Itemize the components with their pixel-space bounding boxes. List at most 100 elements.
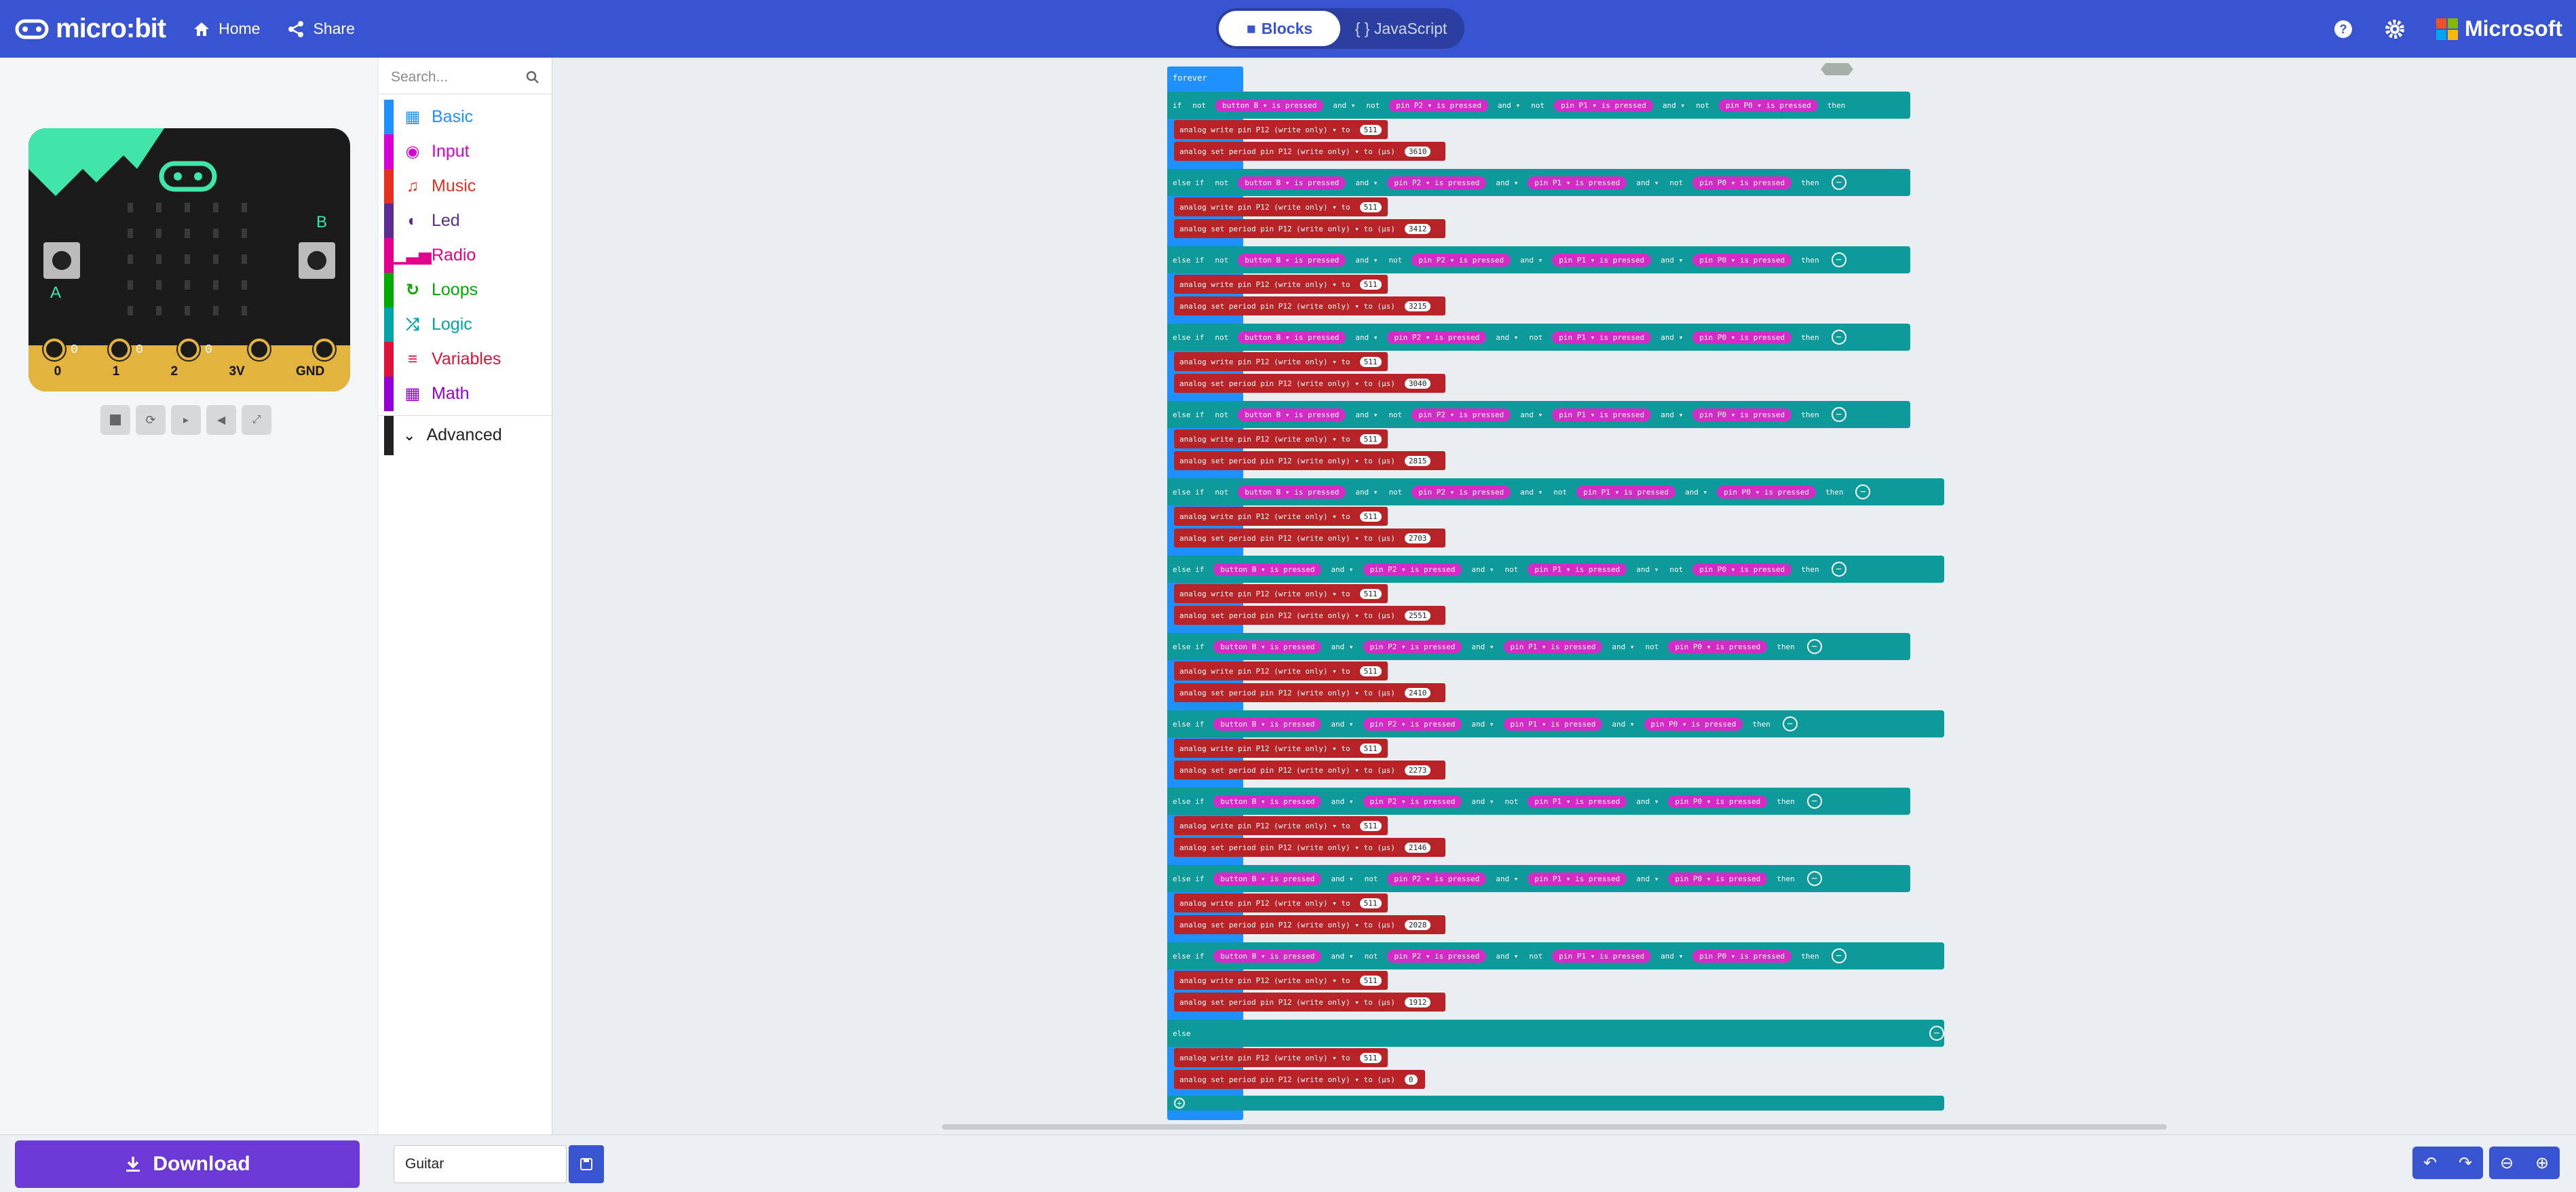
and-operator[interactable]: and ▾ — [1661, 410, 1683, 419]
project-name-input[interactable]: Guitar — [394, 1145, 567, 1183]
and-operator[interactable]: and ▾ — [1661, 333, 1683, 342]
and-operator[interactable]: and ▾ — [1471, 720, 1494, 729]
p2-condition[interactable]: pin P2 ▾ is pressed — [1363, 717, 1462, 731]
and-operator[interactable]: and ▾ — [1331, 720, 1353, 729]
analog-write-block[interactable]: analog write pin P12 (write only) ▾ to 51… — [1174, 352, 1388, 371]
analog-period-block[interactable]: analog set period pin P12 (write only) ▾… — [1174, 993, 1445, 1012]
analog-period-block[interactable]: analog set period pin P12 (write only) ▾… — [1174, 1070, 1425, 1089]
stop-icon[interactable] — [100, 405, 130, 435]
p0-condition[interactable]: pin P0 ▾ is pressed — [1692, 253, 1792, 267]
and-operator[interactable]: and ▾ — [1685, 488, 1707, 497]
p0-condition[interactable]: pin P0 ▾ is pressed — [1718, 98, 1818, 112]
p2-condition[interactable]: pin P2 ▾ is pressed — [1387, 949, 1487, 963]
if-row[interactable]: if not button B ▾ is pressed and ▾ not pin… — [1167, 92, 1910, 119]
else-if-row[interactable]: else if button B ▾ is pressed and ▾ pin … — [1167, 710, 1944, 737]
else-if-row[interactable]: else if button B ▾ is pressed and ▾ pin … — [1167, 633, 1910, 660]
analog-write-block[interactable]: analog write pin P12 (write only) ▾ to 51… — [1174, 1048, 1388, 1067]
remove-else-icon[interactable]: − — [1929, 1026, 1944, 1041]
period-value[interactable]: 2146 — [1404, 842, 1431, 853]
period-value[interactable]: 3610 — [1404, 146, 1431, 157]
and-operator[interactable]: and ▾ — [1496, 952, 1518, 961]
button-condition[interactable]: button B ▾ is pressed — [1213, 717, 1322, 731]
button-condition[interactable]: button B ▾ is pressed — [1213, 640, 1322, 653]
and-operator[interactable]: and ▾ — [1355, 488, 1378, 497]
p1-condition[interactable]: pin P1 ▾ is pressed — [1576, 485, 1675, 499]
and-operator[interactable]: and ▾ — [1471, 642, 1494, 651]
zoom-in-icon[interactable]: ⊕ — [2524, 1147, 2560, 1179]
p2-condition[interactable]: pin P2 ▾ is pressed — [1412, 253, 1511, 267]
p2-condition[interactable]: pin P2 ▾ is pressed — [1363, 640, 1462, 653]
remove-branch-icon[interactable]: − — [1831, 948, 1846, 963]
remove-branch-icon[interactable]: − — [1806, 639, 1822, 654]
write-value[interactable]: 511 — [1359, 898, 1382, 908]
and-operator[interactable]: and ▾ — [1471, 797, 1494, 806]
and-operator[interactable]: and ▾ — [1496, 874, 1518, 883]
microsoft-logo[interactable]: Microsoft — [2436, 16, 2562, 41]
blocks-tab[interactable]: ■ Blocks — [1219, 11, 1340, 46]
and-operator[interactable]: and ▾ — [1636, 874, 1659, 883]
restart-icon[interactable]: ⟳ — [136, 405, 166, 435]
and-operator[interactable]: and ▾ — [1612, 642, 1634, 651]
write-value[interactable]: 511 — [1359, 356, 1382, 367]
p0-condition[interactable]: pin P0 ▾ is pressed — [1692, 562, 1792, 576]
period-value[interactable]: 2703 — [1404, 533, 1431, 543]
analog-period-block[interactable]: analog set period pin P12 (write only) ▾… — [1174, 528, 1445, 547]
and-operator[interactable]: and ▾ — [1636, 797, 1659, 806]
analog-period-block[interactable]: analog set period pin P12 (write only) ▾… — [1174, 142, 1445, 161]
horizontal-scrollbar[interactable] — [942, 1124, 2167, 1130]
p2-condition[interactable]: pin P2 ▾ is pressed — [1363, 794, 1462, 808]
analog-write-block[interactable]: analog write pin P12 (write only) ▾ to 51… — [1174, 893, 1388, 912]
p1-condition[interactable]: pin P1 ▾ is pressed — [1552, 253, 1652, 267]
save-icon[interactable] — [569, 1145, 604, 1183]
period-value[interactable]: 2028 — [1404, 919, 1431, 930]
p2-condition[interactable]: pin P2 ▾ is pressed — [1412, 408, 1511, 421]
write-value[interactable]: 511 — [1359, 588, 1382, 599]
button-condition[interactable]: button B ▾ is pressed — [1213, 794, 1322, 808]
p0-condition[interactable]: pin P0 ▾ is pressed — [1668, 794, 1768, 808]
and-operator[interactable]: and ▾ — [1636, 178, 1659, 187]
and-operator[interactable]: and ▾ — [1612, 720, 1634, 729]
p0-condition[interactable]: pin P0 ▾ is pressed — [1644, 717, 1743, 731]
p1-condition[interactable]: pin P1 ▾ is pressed — [1528, 562, 1627, 576]
search-input[interactable]: Search... — [379, 60, 552, 94]
write-value[interactable]: 511 — [1359, 434, 1382, 444]
analog-write-block[interactable]: analog write pin P12 (write only) ▾ to 51… — [1174, 507, 1388, 526]
write-value[interactable]: 511 — [1359, 279, 1382, 290]
share-button[interactable]: Share — [287, 20, 355, 38]
p0-condition[interactable]: pin P0 ▾ is pressed — [1668, 872, 1768, 885]
else-if-row[interactable]: else if not button B ▾ is pressed and ▾ p… — [1167, 324, 1910, 351]
analog-write-block[interactable]: analog write pin P12 (write only) ▾ to 51… — [1174, 197, 1388, 216]
and-operator[interactable]: and ▾ — [1661, 256, 1683, 265]
and-operator[interactable]: and ▾ — [1471, 565, 1494, 574]
and-operator[interactable]: and ▾ — [1520, 410, 1542, 419]
and-operator[interactable]: and ▾ — [1331, 952, 1353, 961]
category-input[interactable]: ◉ Input — [379, 134, 552, 169]
period-value[interactable]: 3040 — [1404, 378, 1431, 389]
and-operator[interactable]: and ▾ — [1331, 797, 1353, 806]
else-if-row[interactable]: else if not button B ▾ is pressed and ▾ n… — [1167, 246, 1910, 273]
analog-write-block[interactable]: analog write pin P12 (write only) ▾ to 51… — [1174, 739, 1388, 758]
write-value[interactable]: 511 — [1359, 201, 1382, 212]
period-value[interactable]: 2551 — [1404, 610, 1431, 621]
microbit-logo[interactable]: micro:bit — [15, 14, 166, 44]
period-value[interactable]: 2815 — [1404, 455, 1431, 466]
period-value[interactable]: 2273 — [1404, 765, 1431, 775]
and-operator[interactable]: and ▾ — [1520, 488, 1542, 497]
period-value[interactable]: 1912 — [1404, 997, 1431, 1007]
analog-period-block[interactable]: analog set period pin P12 (write only) ▾… — [1174, 915, 1445, 934]
remove-branch-icon[interactable]: − — [1831, 330, 1846, 345]
and-operator[interactable]: and ▾ — [1636, 565, 1659, 574]
remove-branch-icon[interactable]: − — [1855, 484, 1871, 499]
period-value[interactable]: 0 — [1404, 1074, 1418, 1085]
period-value[interactable]: 2410 — [1404, 687, 1431, 698]
p2-condition[interactable]: pin P2 ▾ is pressed — [1387, 176, 1487, 189]
analog-period-block[interactable]: analog set period pin P12 (write only) ▾… — [1174, 296, 1445, 315]
p1-condition[interactable]: pin P1 ▾ is pressed — [1528, 794, 1627, 808]
button-condition[interactable]: button B ▾ is pressed — [1238, 253, 1346, 267]
else-if-row[interactable]: else if not button B ▾ is pressed and ▾ p… — [1167, 169, 1910, 196]
else-if-row[interactable]: else if button B ▾ is pressed and ▾ pin … — [1167, 788, 1910, 815]
and-operator[interactable]: and ▾ — [1355, 178, 1378, 187]
undo-icon[interactable]: ↶ — [2412, 1147, 2448, 1179]
download-button[interactable]: Download — [15, 1140, 360, 1188]
p2-condition[interactable]: pin P2 ▾ is pressed — [1387, 330, 1487, 344]
